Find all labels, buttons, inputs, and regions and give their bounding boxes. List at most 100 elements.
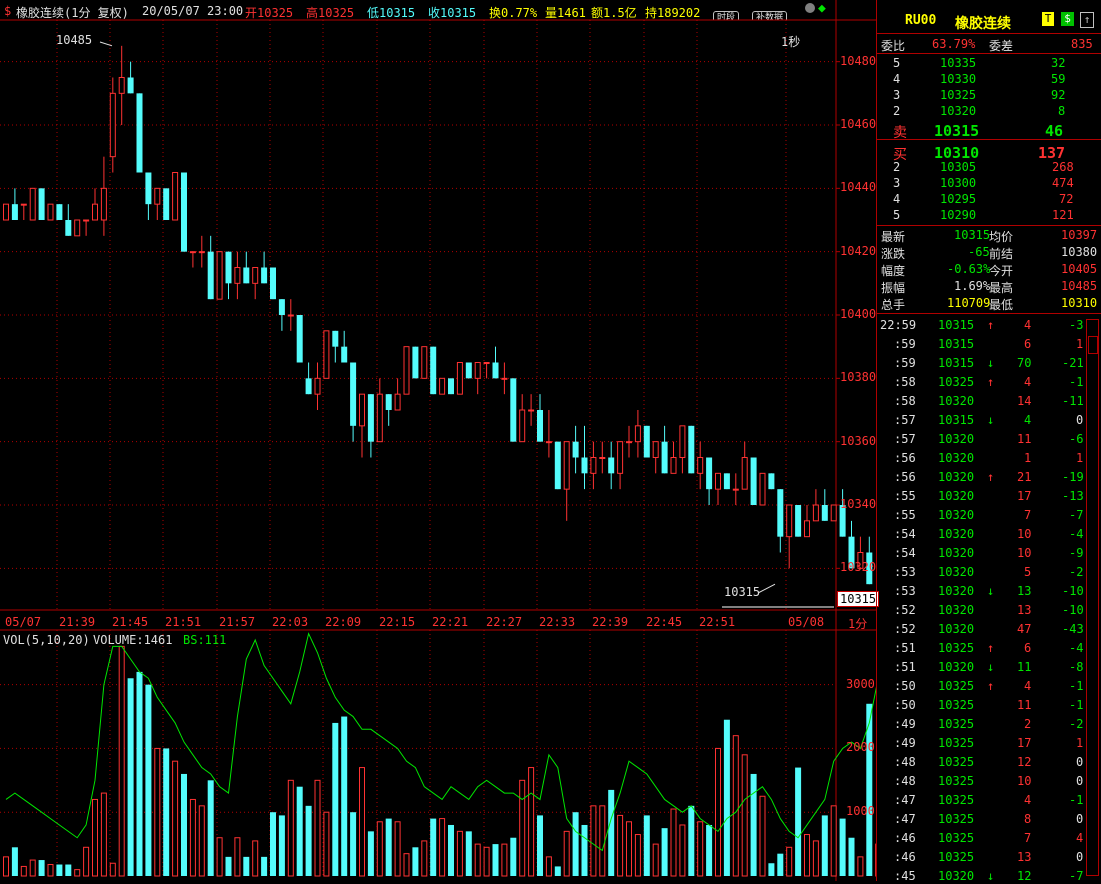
tick-time: :57 — [894, 432, 916, 446]
tick-time: :57 — [894, 413, 916, 427]
tick-time: :51 — [894, 641, 916, 655]
volume-bar — [840, 819, 846, 876]
scrollbar[interactable] — [1086, 319, 1099, 876]
volume-bar — [119, 646, 124, 876]
tick-time: :52 — [894, 622, 916, 636]
volume-bar — [315, 780, 320, 876]
tick-delta: 1 — [1076, 736, 1083, 750]
tick-volume: 4 — [1024, 375, 1031, 389]
candle — [137, 93, 143, 172]
ask-price: 10330 — [940, 72, 976, 86]
time-axis-tick: 05/08 — [788, 615, 824, 629]
ask-qty: 59 — [1051, 72, 1065, 86]
candle — [128, 62, 134, 94]
time-axis-tick: 21:45 — [112, 615, 148, 629]
candle — [493, 347, 499, 379]
quote-row: 41029572 — [877, 191, 1101, 207]
stat-value: 110709 — [947, 296, 990, 310]
volume-bar — [84, 847, 89, 876]
tick-price: 10315 — [938, 413, 974, 427]
tick-volume: 10 — [1017, 527, 1031, 541]
stat-value: 10380 — [1061, 245, 1097, 259]
stat-value: 1.69% — [954, 279, 990, 293]
volume-axis-tick: 2000 — [846, 740, 875, 754]
candle — [30, 188, 35, 220]
volume-bar — [751, 774, 757, 876]
tick-volume: 6 — [1024, 641, 1031, 655]
kline-chart[interactable] — [0, 0, 876, 881]
volume-bar — [65, 865, 71, 876]
candle — [787, 505, 792, 568]
tick-volume: 70 — [1017, 356, 1031, 370]
quote-row: 51033532 — [877, 55, 1101, 71]
volume-bar — [546, 857, 551, 876]
tick-delta: -43 — [1062, 622, 1084, 636]
tick-time: :53 — [894, 565, 916, 579]
tick-delta: 0 — [1076, 812, 1083, 826]
tick-price: 10320 — [938, 508, 974, 522]
ask-price: 10315 — [934, 122, 979, 140]
tick-delta: 4 — [1076, 831, 1083, 845]
bid-level: 3 — [893, 176, 900, 190]
tick-price: 10320 — [938, 470, 974, 484]
candle — [716, 473, 721, 505]
bid-price: 10295 — [940, 192, 976, 206]
tick-delta: -3 — [1069, 318, 1083, 332]
volume-bar — [448, 825, 454, 876]
tick-time: :58 — [894, 375, 916, 389]
stat-label: 总手 — [881, 296, 905, 313]
bid-qty: 121 — [1052, 208, 1074, 222]
quote-row: :531032013-10↓ — [877, 583, 1101, 599]
arrow-down-icon: ↓ — [987, 413, 994, 427]
candle — [315, 363, 320, 411]
volume-bar — [253, 841, 258, 876]
quote-row: 总手110709最低10310 — [877, 295, 1101, 311]
stat-value: 10397 — [1061, 228, 1097, 242]
quote-row: 31032592 — [877, 87, 1101, 103]
candle — [680, 426, 685, 474]
tick-delta: -1 — [1069, 793, 1083, 807]
volume-bar — [493, 844, 499, 876]
tick-time: :46 — [894, 831, 916, 845]
tick-price: 10325 — [938, 679, 974, 693]
quote-row: :511032011-8↓ — [877, 659, 1101, 675]
tick-delta: 0 — [1076, 755, 1083, 769]
quote-row: :51103256-4↑ — [877, 640, 1101, 656]
volume-bar — [226, 857, 232, 876]
arrow-icon[interactable]: ↑ — [1080, 12, 1094, 28]
stat-value: 10310 — [1061, 296, 1097, 310]
candle — [635, 410, 640, 458]
candle — [163, 188, 169, 220]
volume-bar — [93, 799, 98, 876]
volume-bar — [341, 717, 347, 876]
dollar-icon[interactable]: $ — [1061, 12, 1074, 26]
quote-row: :53103205-2 — [877, 564, 1101, 580]
tick-delta: -1 — [1069, 698, 1083, 712]
volume-bar — [163, 748, 169, 876]
candle — [484, 363, 489, 379]
tick-volume: 13 — [1017, 850, 1031, 864]
ask-price: 10320 — [940, 104, 976, 118]
volume-bar — [306, 806, 312, 876]
tick-time: 22:59 — [880, 318, 916, 332]
candle — [466, 363, 472, 379]
t-button[interactable]: T — [1042, 12, 1054, 26]
bid-level: 4 — [893, 192, 900, 206]
tick-price: 10315 — [938, 337, 974, 351]
tick-volume: 14 — [1017, 394, 1031, 408]
quote-row: 幅度-0.63%今开10405 — [877, 261, 1101, 277]
candle — [440, 378, 445, 394]
tick-delta: 0 — [1076, 413, 1083, 427]
candle — [226, 252, 232, 299]
quote-row: :461032574 — [877, 830, 1101, 846]
quote-row: 41033059 — [877, 71, 1101, 87]
candle — [706, 458, 712, 506]
candle — [93, 188, 98, 220]
volume-bar — [618, 815, 623, 876]
tick-time: :59 — [894, 337, 916, 351]
tick-time: :50 — [894, 679, 916, 693]
tick-volume: 17 — [1017, 736, 1031, 750]
price-axis-tick: 10460 — [840, 117, 876, 131]
tick-time: :55 — [894, 489, 916, 503]
candle — [813, 489, 818, 521]
